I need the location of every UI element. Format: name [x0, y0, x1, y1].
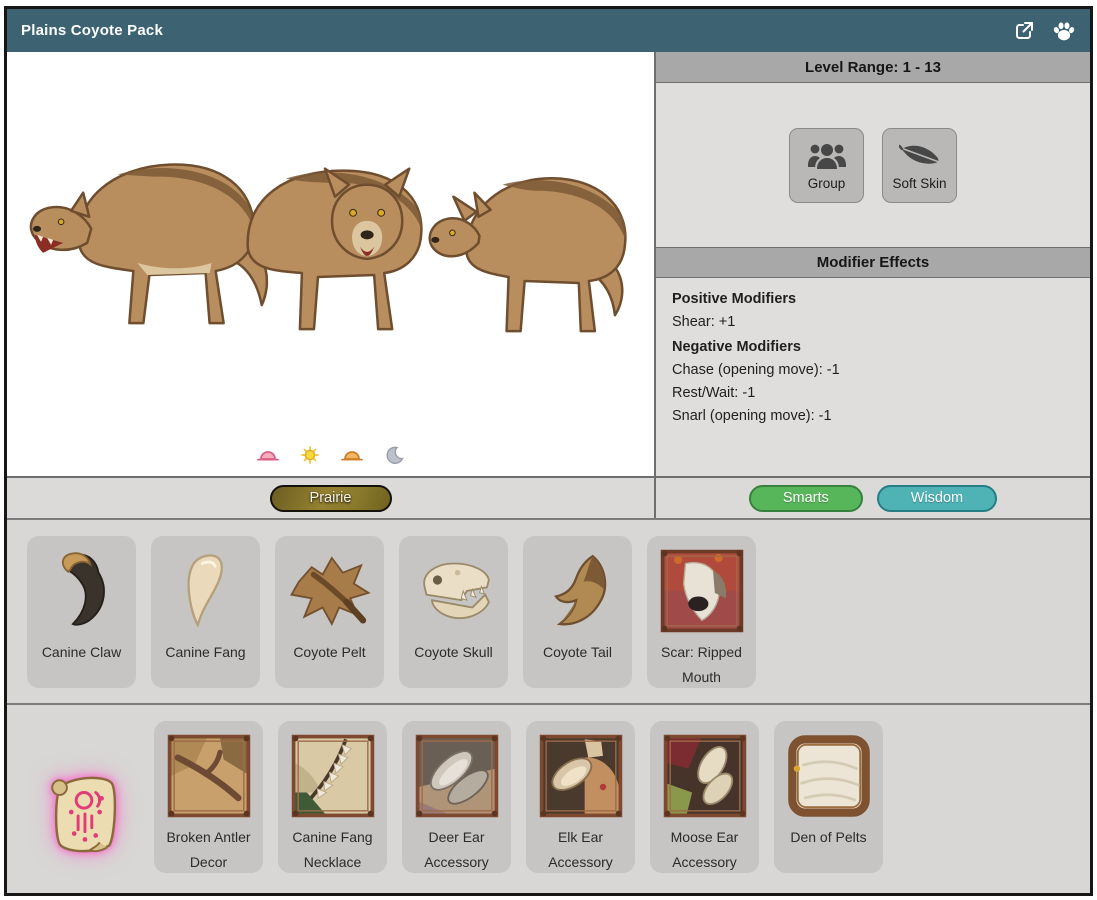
trait-label: Soft Skin — [892, 176, 946, 191]
recipe-scroll-icon[interactable] — [27, 738, 139, 890]
drop-label: Deer Ear Accessory — [406, 825, 507, 874]
drop-card-coyote-skull[interactable]: Coyote Skull — [399, 536, 508, 688]
stat-badge-smarts[interactable]: Smarts — [749, 485, 863, 512]
coyote-pack-illustration — [25, 120, 637, 436]
trait-button-group[interactable]: Group — [789, 128, 864, 203]
coyote-pelt-image — [282, 543, 378, 639]
drop-label: Broken Antler Decor — [158, 825, 259, 874]
drop-card-canine-fang[interactable]: Canine Fang — [151, 536, 260, 688]
canine-claw-image — [34, 543, 130, 639]
negative-modifiers-heading: Negative Modifiers — [672, 339, 1074, 355]
times-of-day-row — [7, 446, 654, 464]
drop-card-coyote-tail[interactable]: Coyote Tail — [523, 536, 632, 688]
elk-ear-accessory-image — [533, 728, 629, 824]
drop-card-moose-ear-accessory[interactable]: Moose Ear Accessory — [650, 721, 759, 873]
drops-section: Canine Claw Canine Fang Coyote Pelt — [7, 520, 1090, 705]
external-link-icon[interactable] — [1012, 19, 1036, 43]
drop-label: Scar: Ripped Mouth — [651, 640, 752, 689]
drop-card-coyote-pelt[interactable]: Coyote Pelt — [275, 536, 384, 688]
biome-badge-prairie[interactable]: Prairie — [270, 485, 392, 512]
coyote-skull-image — [406, 543, 502, 639]
group-icon — [807, 139, 847, 171]
modifier-line: Shear: +1 — [672, 314, 1074, 330]
dawn-icon — [256, 446, 280, 464]
drop-card-canine-claw[interactable]: Canine Claw — [27, 536, 136, 688]
level-range-header: Level Range: 1 - 13 — [656, 52, 1090, 83]
traits-area: Group Soft Skin — [656, 83, 1090, 247]
trait-label: Group — [808, 176, 846, 191]
broken-antler-decor-image — [161, 728, 257, 824]
moose-ear-accessory-image — [657, 728, 753, 824]
modifier-effects-header: Modifier Effects — [656, 247, 1090, 278]
coyote-tail-image — [530, 543, 626, 639]
day-icon — [298, 446, 322, 464]
drop-label: Canine Claw — [42, 640, 121, 665]
drop-label: Elk Ear Accessory — [530, 825, 631, 874]
encounter-image-panel — [7, 52, 656, 476]
title-bar: Plains Coyote Pack — [7, 9, 1090, 52]
coyote-left — [31, 165, 267, 324]
main-area: Level Range: 1 - 13 Group — [7, 52, 1090, 478]
scar-ripped-mouth-image — [654, 543, 750, 639]
biome-strip: Prairie Smarts Wisdom — [7, 478, 1090, 520]
biome-strip-right: Smarts Wisdom — [656, 478, 1090, 518]
feather-icon — [899, 139, 941, 171]
dusk-icon — [340, 446, 364, 464]
coyote-right — [430, 178, 626, 331]
den-of-pelts-image — [781, 728, 877, 824]
drop-label: Coyote Pelt — [293, 640, 365, 665]
drop-card-broken-antler-decor[interactable]: Broken Antler Decor — [154, 721, 263, 873]
drop-label: Moose Ear Accessory — [654, 825, 755, 874]
special-drops-section: Broken Antler Decor — [7, 705, 1090, 893]
canine-fang-necklace-image — [285, 728, 381, 824]
canine-fang-image — [158, 543, 254, 639]
drop-label: Canine Fang Necklace — [282, 825, 383, 874]
modifier-line: Rest/Wait: -1 — [672, 385, 1074, 401]
screen: Plains Coyote Pack — [0, 0, 1097, 900]
coyote-middle — [248, 169, 422, 330]
drop-label: Canine Fang — [165, 640, 245, 665]
paw-icon[interactable] — [1052, 19, 1076, 43]
drop-label: Coyote Tail — [543, 640, 612, 665]
stats-panel: Level Range: 1 - 13 Group — [656, 52, 1090, 476]
trait-button-soft-skin[interactable]: Soft Skin — [882, 128, 957, 203]
drop-card-den-of-pelts[interactable]: Den of Pelts — [774, 721, 883, 873]
drop-label: Den of Pelts — [790, 825, 866, 850]
modifier-list: Positive Modifiers Shear: +1 Negative Mo… — [656, 278, 1090, 444]
night-icon — [382, 446, 406, 464]
positive-modifiers-heading: Positive Modifiers — [672, 291, 1074, 307]
drop-card-deer-ear-accessory[interactable]: Deer Ear Accessory — [402, 721, 511, 873]
biome-strip-left: Prairie — [7, 478, 656, 518]
stat-badge-wisdom[interactable]: Wisdom — [877, 485, 997, 512]
modifier-line: Chase (opening move): -1 — [672, 362, 1074, 378]
page-title: Plains Coyote Pack — [21, 22, 163, 39]
drop-card-elk-ear-accessory[interactable]: Elk Ear Accessory — [526, 721, 635, 873]
drop-card-scar-ripped-mouth[interactable]: Scar: Ripped Mouth — [647, 536, 756, 688]
deer-ear-accessory-image — [409, 728, 505, 824]
drop-label: Coyote Skull — [414, 640, 493, 665]
encounter-window: Plains Coyote Pack — [4, 6, 1093, 896]
modifier-line: Snarl (opening move): -1 — [672, 408, 1074, 424]
drop-card-canine-fang-necklace[interactable]: Canine Fang Necklace — [278, 721, 387, 873]
